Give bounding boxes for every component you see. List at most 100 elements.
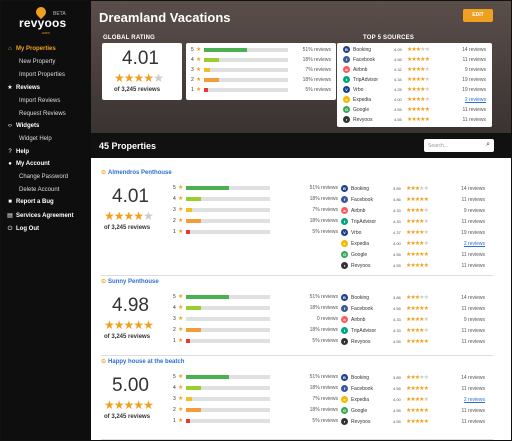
map-pin-icon: ⊙ bbox=[101, 279, 107, 285]
star-empty-icon: ★ bbox=[424, 67, 430, 73]
property-name[interactable]: Sunny Penthouse bbox=[108, 279, 159, 285]
expedia-icon: e bbox=[341, 396, 348, 403]
source-reviews: 14 reviews bbox=[461, 186, 485, 192]
help-icon: ? bbox=[8, 149, 12, 155]
revyoos-icon: r bbox=[341, 418, 348, 425]
breakdown-label: 7% reviews bbox=[312, 396, 338, 402]
breakdown-bar-fill bbox=[204, 88, 209, 92]
source-score: 4.56 bbox=[393, 306, 401, 311]
source-reviews-link[interactable]: 2 reviews bbox=[464, 397, 485, 403]
source-stars: ★★★★★ bbox=[407, 76, 430, 83]
source-score: 4.33 bbox=[393, 328, 401, 333]
source-row: e Expedia 4.00 ★★★★★ 2 reviews bbox=[341, 396, 485, 404]
source-row: t TripAdvisor 4.33 ★★★★★ 11 reviews bbox=[341, 218, 485, 226]
star-level: 2 bbox=[173, 218, 176, 224]
breakdown-label: 18% reviews bbox=[309, 305, 338, 311]
facebook-icon: f bbox=[341, 385, 348, 392]
rating-stars: ★★★★★ bbox=[114, 71, 164, 85]
source-stars: ★★★★★ bbox=[406, 240, 429, 247]
star-filled-icon: ★ bbox=[423, 419, 429, 425]
edit-button[interactable]: EDIT bbox=[463, 9, 493, 22]
star-icon: ★ bbox=[178, 418, 184, 424]
property-title[interactable]: ⊙ Almendros Penthouse bbox=[101, 169, 172, 176]
source-reviews-link[interactable]: 2 reviews bbox=[465, 97, 486, 103]
rating-score: 4.01 bbox=[122, 48, 159, 69]
source-stars: ★★★★★ bbox=[406, 251, 429, 258]
source-reviews: 11 reviews bbox=[462, 57, 486, 63]
source-reviews: 9 reviews bbox=[463, 208, 485, 214]
tripadvisor-icon: t bbox=[341, 327, 348, 334]
breakdown-bar-fill bbox=[186, 408, 202, 412]
source-reviews-link[interactable]: 2 reviews bbox=[464, 241, 485, 247]
source-row: e Expedia 4.00 ★★★★★ 2 reviews bbox=[341, 240, 485, 248]
rating-breakdown-row: 5 ★ 51% reviews bbox=[173, 185, 338, 192]
source-name: TripAdvisor bbox=[351, 219, 377, 225]
breakdown-bar bbox=[204, 58, 288, 62]
star-level: 1 bbox=[191, 87, 194, 93]
star-filled-icon: ★ bbox=[113, 318, 125, 332]
property-title[interactable]: ⊙ Sunny Penthouse bbox=[101, 278, 159, 285]
source-reviews: 11 reviews bbox=[461, 306, 485, 312]
report-bug-icon: ■ bbox=[8, 199, 12, 205]
sidebar-item-label: Delete Account bbox=[19, 187, 60, 193]
revyoos-icon: r bbox=[343, 116, 350, 123]
star-empty-icon: ★ bbox=[423, 317, 429, 323]
booking-icon: B bbox=[343, 46, 350, 53]
revyoos-logo[interactable]: BETA revyoos .com bbox=[1, 1, 91, 41]
source-name: Revyoos bbox=[353, 117, 373, 123]
source-score: 4.55 bbox=[394, 107, 402, 112]
star-filled-icon: ★ bbox=[123, 398, 135, 412]
breakdown-bar bbox=[204, 78, 288, 82]
source-stars: ★★★★★ bbox=[406, 374, 429, 381]
expedia-icon: e bbox=[343, 96, 350, 103]
source-stars: ★★★★★ bbox=[406, 218, 429, 225]
revyoos-icon: r bbox=[341, 262, 348, 269]
sidebar-item-label: Report a Bug bbox=[16, 199, 54, 205]
facebook-icon: f bbox=[341, 305, 348, 312]
star-filled-icon: ★ bbox=[133, 398, 144, 412]
source-score: 4.55 bbox=[393, 419, 401, 424]
breakdown-bar bbox=[186, 317, 270, 321]
breakdown-bar bbox=[186, 208, 270, 212]
breakdown-bar-fill bbox=[186, 397, 192, 401]
star-filled-icon: ★ bbox=[133, 209, 144, 223]
source-reviews: 11 reviews bbox=[461, 219, 485, 225]
source-reviews: 9 reviews bbox=[463, 317, 485, 323]
star-filled-icon: ★ bbox=[104, 209, 115, 223]
sidebar-item-label: Log Out bbox=[16, 226, 39, 232]
source-stars: ★★★★★ bbox=[406, 294, 429, 301]
vrbo-icon: V bbox=[343, 86, 350, 93]
star-filled-icon: ★ bbox=[104, 318, 115, 332]
property-name[interactable]: Almendros Penthouse bbox=[108, 170, 172, 176]
star-level: 3 bbox=[173, 316, 176, 322]
search-input[interactable]: Search... ⌕ bbox=[424, 139, 494, 152]
source-score: 3.89 bbox=[393, 186, 401, 191]
breakdown-bar bbox=[186, 230, 270, 234]
map-pin-icon: ⊙ bbox=[101, 359, 107, 365]
star-icon: ★ bbox=[178, 294, 184, 300]
expedia-icon: e bbox=[341, 240, 348, 247]
source-name: Booking bbox=[351, 375, 370, 381]
source-score: 4.56 bbox=[394, 57, 402, 62]
breakdown-bar bbox=[186, 306, 270, 310]
property-title[interactable]: ⊙ Happy house at the beatch bbox=[101, 358, 184, 365]
source-reviews: 11 reviews bbox=[461, 252, 485, 258]
star-empty-icon: ★ bbox=[423, 328, 429, 334]
airbnb-icon: a bbox=[343, 66, 350, 73]
search-icon[interactable]: ⌕ bbox=[486, 141, 490, 149]
rating-breakdown-row: 4 ★ 18% reviews bbox=[191, 57, 331, 64]
breakdown-bar-fill bbox=[186, 186, 229, 190]
property-name[interactable]: Happy house at the beatch bbox=[108, 359, 184, 365]
breakdown-bar bbox=[186, 328, 270, 332]
breakdown-label: 51% reviews bbox=[309, 374, 338, 380]
source-stars: ★★★★★ bbox=[407, 46, 430, 53]
star-filled-icon: ★ bbox=[424, 107, 430, 113]
star-icon: ★ bbox=[178, 229, 184, 235]
source-row: a Airbnb 4.33 ★★★★★ 9 reviews bbox=[341, 316, 485, 324]
source-name: Expedia bbox=[351, 241, 370, 247]
breakdown-bar-fill bbox=[186, 295, 229, 299]
app-window: BETA revyoos .com ⌂ My Properties New Prop… bbox=[0, 0, 512, 441]
source-score: 4.00 bbox=[393, 397, 401, 402]
source-name: Google bbox=[351, 252, 368, 258]
breakdown-label: 7% reviews bbox=[305, 67, 331, 73]
